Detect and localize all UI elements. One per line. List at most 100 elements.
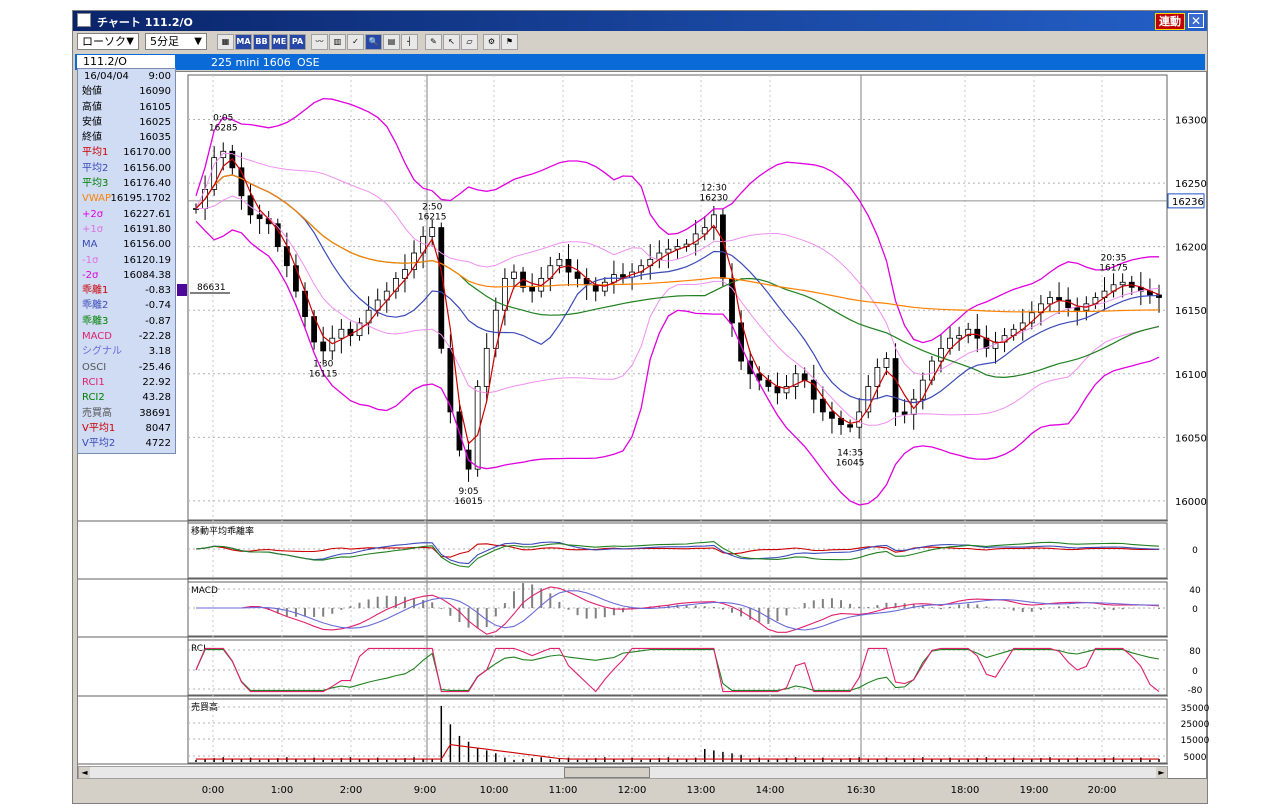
price-tick-label: 16150 — [1175, 306, 1207, 317]
candle-body — [919, 379, 926, 400]
annotation-price: 16285 — [209, 124, 238, 134]
info-value: 38691 — [139, 407, 171, 419]
info-value: 16025 — [139, 116, 171, 128]
horizontal-scrollbar[interactable]: ◄ ► — [78, 766, 1168, 779]
annotation-price: 16115 — [309, 370, 338, 380]
info-row: 平均3 16176.40 — [78, 176, 175, 191]
annotation-time: 20:35 — [1101, 253, 1127, 263]
x-axis-label: 1:00 — [271, 785, 293, 796]
annotation-price: 16230 — [700, 194, 729, 204]
info-value: -0.83 — [145, 285, 171, 297]
info-row: 安値 16025 — [78, 115, 175, 130]
scroll-thumb[interactable] — [564, 767, 650, 778]
annotation-time: 14:35 — [837, 449, 863, 459]
x-axis-label: 16:30 — [847, 785, 876, 796]
volume-marker-label: 86631 — [197, 283, 226, 293]
x-axis-label: 9:00 — [414, 785, 436, 796]
candle-body — [1074, 307, 1081, 311]
info-label: -2σ — [82, 269, 99, 281]
candle-body — [974, 328, 981, 339]
annotation-time: 1:30 — [313, 360, 333, 370]
info-row: RCI2 43.28 — [78, 390, 175, 405]
candle-body — [874, 367, 881, 387]
info-value: 22.92 — [142, 376, 171, 388]
info-label: VWAP — [82, 193, 112, 205]
volume-tick-label: 35000 — [1181, 704, 1210, 714]
info-label: 高値 — [82, 101, 102, 113]
info-row: RCI1 22.92 — [78, 375, 175, 390]
annotation-price: 16175 — [1099, 263, 1128, 273]
candle-body — [429, 227, 436, 237]
info-row: -1σ 16120.19 — [78, 253, 175, 268]
scroll-right-icon[interactable]: ► — [1156, 767, 1167, 778]
info-panel: 16/04/04 9:00 始値 16090 高値 16105 安値 16025 終値 160… — [77, 68, 176, 454]
x-axis-label: 10:00 — [480, 785, 509, 796]
volume-tick-label: 25000 — [1181, 720, 1210, 730]
volume-tick-label: 5000 — [1184, 753, 1207, 763]
macd-panel-title: MACD — [191, 586, 218, 596]
info-row: 始値 16090 — [78, 84, 175, 99]
info-label: 安値 — [82, 116, 102, 128]
rci-tick-label: -80 — [1188, 686, 1203, 696]
info-row: 乖離3 -0.87 — [78, 314, 175, 329]
panel-frame — [187, 522, 1168, 579]
annotation-price: 16045 — [836, 459, 865, 469]
info-row: +2σ 16227.61 — [78, 207, 175, 222]
info-label: V平均2 — [82, 438, 116, 450]
info-row: VWAP 16195.1702 — [78, 191, 175, 206]
info-label: 平均2 — [82, 162, 109, 174]
info-row: シグナル 3.18 — [78, 344, 175, 359]
info-value: -25.46 — [138, 361, 171, 373]
info-value: 16035 — [139, 132, 171, 144]
price-tick-label: 16000 — [1175, 497, 1207, 508]
deviation-tick-label: 0 — [1192, 546, 1198, 556]
scroll-left-icon[interactable]: ◄ — [79, 767, 90, 778]
info-value: 16191.80 — [123, 223, 171, 235]
macd-tick-label: 40 — [1189, 586, 1201, 596]
x-axis-label: 11:00 — [549, 785, 578, 796]
info-value: 16227.61 — [123, 208, 171, 220]
candle-body — [592, 284, 599, 292]
info-value: 16156.00 — [123, 162, 171, 174]
info-date: 16/04/04 — [84, 71, 129, 82]
info-row: MA 16156.00 — [78, 237, 175, 252]
deviation-panel-title: 移動平均乖離率 — [191, 525, 254, 537]
x-axis-label: 12:00 — [618, 785, 647, 796]
price-tick-label: 16050 — [1175, 433, 1207, 444]
info-row: MACD -22.28 — [78, 329, 175, 344]
info-row: 高値 16105 — [78, 100, 175, 115]
info-value: 16195.1702 — [110, 193, 171, 205]
annotation-time: 9:05 — [458, 487, 478, 497]
current-price-label: 16236 — [1172, 197, 1204, 208]
candle-body — [829, 411, 835, 419]
x-axis-label: 2:00 — [340, 785, 362, 796]
x-axis-label: 14:00 — [756, 785, 785, 796]
candle-body — [938, 347, 944, 362]
info-label: OSCI — [82, 361, 107, 373]
candle-body — [956, 335, 963, 339]
info-value: -0.74 — [145, 300, 171, 312]
info-label: -1σ — [82, 254, 99, 266]
chart-svg[interactable]: 16300 16250 16200 16150 16100 16050 16000 0:00 1… — [0, 0, 1280, 811]
candle-body — [338, 328, 345, 339]
candle-body — [892, 358, 899, 413]
info-value: 16105 — [139, 101, 171, 113]
price-tick-label: 16200 — [1175, 243, 1207, 254]
candle-body — [220, 150, 227, 159]
info-value: 16120.19 — [123, 254, 171, 266]
info-label: 平均1 — [82, 147, 109, 159]
info-label: 始値 — [82, 86, 102, 98]
price-tick-label: 16300 — [1175, 116, 1207, 127]
rci-tick-label: 0 — [1192, 667, 1198, 677]
info-value: 16176.40 — [123, 178, 171, 190]
info-row: V平均2 4722 — [78, 436, 175, 451]
info-label: RCI2 — [82, 392, 105, 404]
candle-body — [511, 271, 517, 279]
info-row: +1σ 16191.80 — [78, 222, 175, 237]
info-label: +2σ — [82, 208, 104, 220]
info-label: MACD — [82, 331, 112, 343]
info-label: 乖離3 — [82, 315, 109, 327]
info-row: V平均1 8047 — [78, 421, 175, 436]
info-row: 終値 16035 — [78, 130, 175, 145]
x-axis-label: 18:00 — [951, 785, 980, 796]
